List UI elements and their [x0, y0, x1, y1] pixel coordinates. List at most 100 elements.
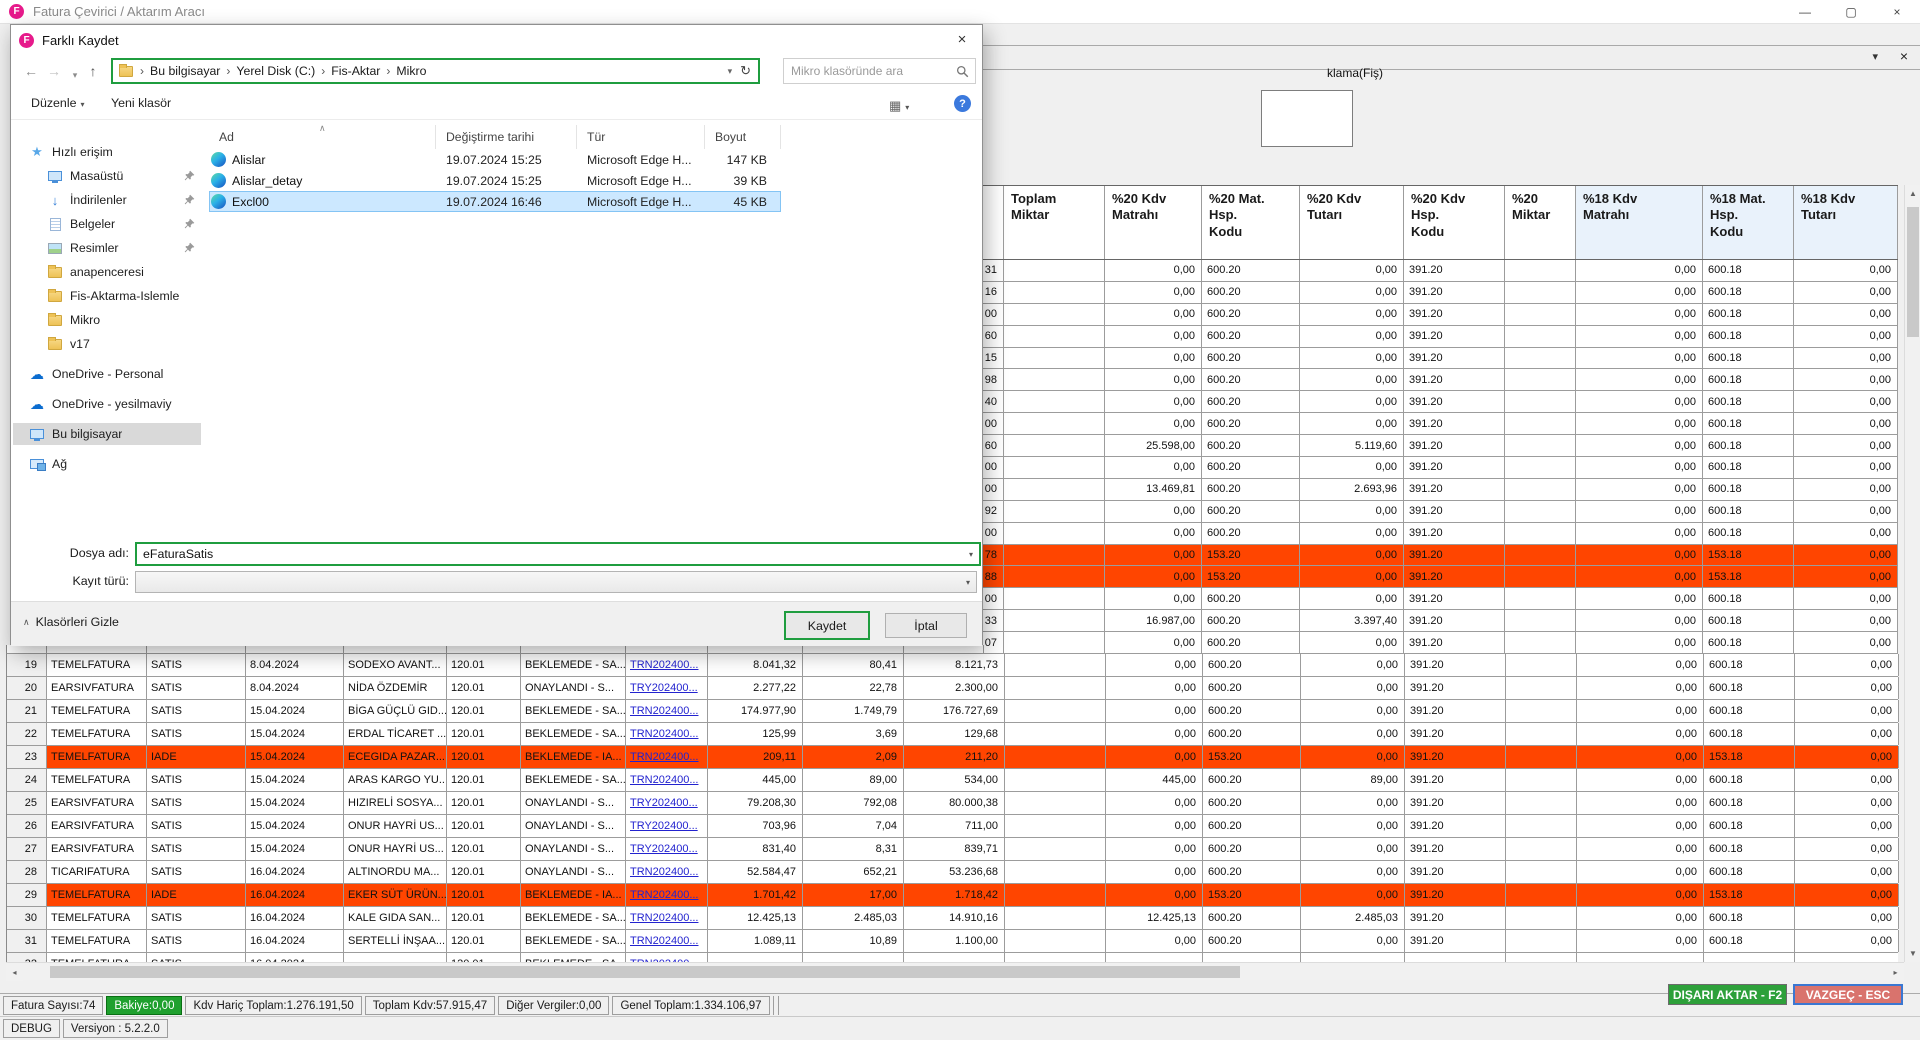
- sidebar-item-fis-aktarma-islemle[interactable]: Fis-Aktarma-Islemle: [13, 285, 201, 307]
- cancel-button[interactable]: İptal: [885, 613, 967, 638]
- sidebar-item-a[interactable]: Ağ: [13, 453, 201, 475]
- dialog-close-icon[interactable]: ×: [942, 25, 982, 53]
- column-header-20-kdv-matrah[interactable]: %20 Kdv Matrahı: [1105, 186, 1202, 259]
- sidebar-item-masa-st[interactable]: Masaüstü: [13, 165, 201, 187]
- column-header-modified[interactable]: Değiştirme tarihi: [436, 125, 577, 149]
- table-row[interactable]: 310,00600.200,00391.200,00600.180,00: [983, 260, 1898, 282]
- column-header-20-kdv-tutar[interactable]: %20 Kdv Tutarı: [1300, 186, 1404, 259]
- document-link[interactable]: TRY202400...: [626, 677, 708, 699]
- search-icon[interactable]: [956, 65, 975, 78]
- table-row[interactable]: 000,00600.200,00391.200,00600.180,00: [983, 457, 1898, 479]
- sidebar-item-h-zl-eri-im[interactable]: ★Hızlı erişim: [13, 141, 201, 163]
- document-link[interactable]: TRN202400...: [626, 746, 708, 768]
- column-header-20-miktar[interactable]: %20 Miktar: [1505, 186, 1576, 259]
- address-dropdown-icon[interactable]: ▾: [722, 66, 739, 77]
- scroll-down-icon[interactable]: ▼: [1905, 945, 1920, 962]
- list-item-alislar[interactable]: Alislar19.07.2024 15:25Microsoft Edge H.…: [209, 149, 781, 170]
- document-link[interactable]: TRN202400...: [626, 654, 708, 676]
- column-header-20-kdv-hsp-kodu[interactable]: %20 Kdv Hsp. Kodu: [1404, 186, 1505, 259]
- sidebar-item-belgeler[interactable]: Belgeler: [13, 213, 201, 235]
- search-box[interactable]: [783, 58, 976, 84]
- column-header-size[interactable]: Boyut: [705, 125, 781, 149]
- table-row[interactable]: 150,00600.200,00391.200,00600.180,00: [983, 348, 1898, 370]
- sidebar-item-mikro[interactable]: Mikro: [13, 309, 201, 331]
- help-icon[interactable]: ?: [954, 95, 971, 112]
- document-link[interactable]: TRN202400...: [626, 861, 708, 883]
- file-name-input[interactable]: [137, 546, 965, 562]
- horizontal-scrollbar[interactable]: ◂ ▸: [6, 962, 1904, 980]
- table-row[interactable]: 21TEMELFATURASATIS15.04.2024BİGA GÜÇLÜ G…: [7, 700, 1898, 723]
- table-row[interactable]: 30TEMELFATURASATIS16.04.2024KALE GIDA SA…: [7, 907, 1898, 930]
- document-link[interactable]: TRN202400...: [626, 723, 708, 745]
- scroll-up-icon[interactable]: ▲: [1905, 185, 1920, 202]
- save-button[interactable]: Kaydet: [784, 611, 870, 640]
- table-row[interactable]: 6025.598,00600.205.119,60391.200,00600.1…: [983, 435, 1898, 457]
- column-header-18-mat-hsp-kodu[interactable]: %18 Mat. Hsp. Kodu: [1703, 186, 1794, 259]
- search-input[interactable]: [784, 64, 956, 78]
- table-row[interactable]: 000,00600.200,00391.200,00600.180,00: [983, 523, 1898, 545]
- hide-folders-toggle[interactable]: ∧ Klasörleri Gizle: [23, 615, 119, 629]
- close-icon[interactable]: ×: [1874, 0, 1920, 24]
- document-link[interactable]: TRN202400...: [626, 769, 708, 791]
- horizontal-scrollbar-thumb[interactable]: [50, 966, 1240, 978]
- breadcrumb-item-yerel-disk-c[interactable]: Yerel Disk (C:): [236, 64, 315, 78]
- table-row[interactable]: 400,00600.200,00391.200,00600.180,00: [983, 391, 1898, 413]
- list-item-excl00[interactable]: Excl0019.07.2024 16:46Microsoft Edge H..…: [209, 191, 781, 212]
- column-header-18-kdv-matrah[interactable]: %18 Kdv Matrahı: [1576, 186, 1703, 259]
- document-link[interactable]: TRN202400...: [626, 953, 708, 962]
- table-row[interactable]: 26EARSIVFATURASATIS15.04.2024ONUR HAYRİ …: [7, 815, 1898, 838]
- table-row[interactable]: 20EARSIVFATURASATIS8.04.2024NİDA ÖZDEMİR…: [7, 677, 1898, 700]
- table-row[interactable]: 25EARSIVFATURASATIS15.04.2024HIZIRELİ SO…: [7, 792, 1898, 815]
- table-row[interactable]: 29TEMELFATURAIADE16.04.2024EKER SÜT ÜRÜN…: [7, 884, 1898, 907]
- view-options-icon[interactable]: ▦▾: [889, 98, 909, 114]
- document-link[interactable]: TRN202400...: [626, 907, 708, 929]
- sidebar-item-onedrive-yesilmaviy[interactable]: ☁OneDrive - yesilmaviy: [13, 393, 201, 415]
- breadcrumb-item-mikro[interactable]: Mikro: [396, 64, 426, 78]
- table-row[interactable]: 23TEMELFATURAIADE15.04.2024ECEGIDA PAZAR…: [7, 746, 1898, 769]
- save-type-dropdown[interactable]: ▾: [135, 571, 977, 593]
- table-row[interactable]: 600,00600.200,00391.200,00600.180,00: [983, 326, 1898, 348]
- cancel-esc-button[interactable]: VAZGEÇ - ESC: [1793, 984, 1903, 1005]
- table-row[interactable]: 880,00153.200,00391.200,00153.180,00: [983, 566, 1898, 588]
- table-row[interactable]: 22TEMELFATURASATIS15.04.2024ERDAL TİCARE…: [7, 723, 1898, 746]
- table-row[interactable]: 31TEMELFATURASATIS16.04.2024SERTELLİ İNŞ…: [7, 930, 1898, 953]
- document-link[interactable]: TRN202400...: [626, 700, 708, 722]
- sidebar-item-bu-bilgisayar[interactable]: Bu bilgisayar: [13, 423, 201, 445]
- maximize-icon[interactable]: ▢: [1828, 0, 1874, 24]
- export-button[interactable]: DIŞARI AKTAR - F2: [1668, 984, 1787, 1005]
- table-row[interactable]: 000,00600.200,00391.200,00600.180,00: [983, 588, 1898, 610]
- sidebar-item-i-ndirilenler[interactable]: ↓İndirilenler: [13, 189, 201, 211]
- vertical-scrollbar[interactable]: ▲ ▼: [1904, 185, 1920, 962]
- table-row[interactable]: 28TICARIFATURASATIS16.04.2024ALTINORDU M…: [7, 861, 1898, 884]
- panel-close-icon[interactable]: ×: [1900, 48, 1908, 64]
- table-row[interactable]: 980,00600.200,00391.200,00600.180,00: [983, 369, 1898, 391]
- table-row[interactable]: 160,00600.200,00391.200,00600.180,00: [983, 282, 1898, 304]
- document-link[interactable]: TRN202400...: [626, 884, 708, 906]
- table-row[interactable]: 920,00600.200,00391.200,00600.180,00: [983, 501, 1898, 523]
- sidebar-item-anapenceresi[interactable]: anapenceresi: [13, 261, 201, 283]
- table-row[interactable]: 0013.469,81600.202.693,96391.200,00600.1…: [983, 479, 1898, 501]
- sidebar-item-v17[interactable]: v17: [13, 333, 201, 355]
- table-row[interactable]: 19TEMELFATURASATIS8.04.2024SODEXO AVANT.…: [7, 654, 1898, 677]
- description-textarea[interactable]: [1261, 90, 1353, 147]
- table-row[interactable]: 3316.987,00600.203.397,40391.200,00600.1…: [983, 610, 1898, 632]
- vertical-scrollbar-thumb[interactable]: [1907, 207, 1919, 337]
- document-link[interactable]: TRY202400...: [626, 792, 708, 814]
- table-row[interactable]: 780,00153.200,00391.200,00153.180,00: [983, 545, 1898, 567]
- table-row[interactable]: 000,00600.200,00391.200,00600.180,00: [983, 304, 1898, 326]
- breadcrumb-item-fis-aktar[interactable]: Fis-Aktar: [331, 64, 380, 78]
- column-header-20-mat-hsp-kodu[interactable]: %20 Mat. Hsp. Kodu: [1202, 186, 1300, 259]
- chevron-down-icon[interactable]: ▾: [969, 550, 973, 559]
- sidebar-item-resimler[interactable]: Resimler: [13, 237, 201, 259]
- address-bar[interactable]: ›Bu bilgisayar›Yerel Disk (C:)›Fis-Aktar…: [111, 58, 760, 84]
- table-row[interactable]: 32TEMELFATURASATIS16.04.2024120.01BEKLEM…: [7, 953, 1898, 962]
- minimize-icon[interactable]: —: [1782, 0, 1828, 24]
- file-name-field[interactable]: ▾: [135, 542, 981, 566]
- chevron-down-icon[interactable]: ▾: [1872, 50, 1878, 63]
- column-header-type[interactable]: Tür: [577, 125, 705, 149]
- document-link[interactable]: TRY202400...: [626, 815, 708, 837]
- document-link[interactable]: TRY202400...: [626, 838, 708, 860]
- table-row[interactable]: 000,00600.200,00391.200,00600.180,00: [983, 413, 1898, 435]
- table-row[interactable]: 24TEMELFATURASATIS15.04.2024ARAS KARGO Y…: [7, 769, 1898, 792]
- scroll-right-icon[interactable]: ▸: [1887, 963, 1904, 981]
